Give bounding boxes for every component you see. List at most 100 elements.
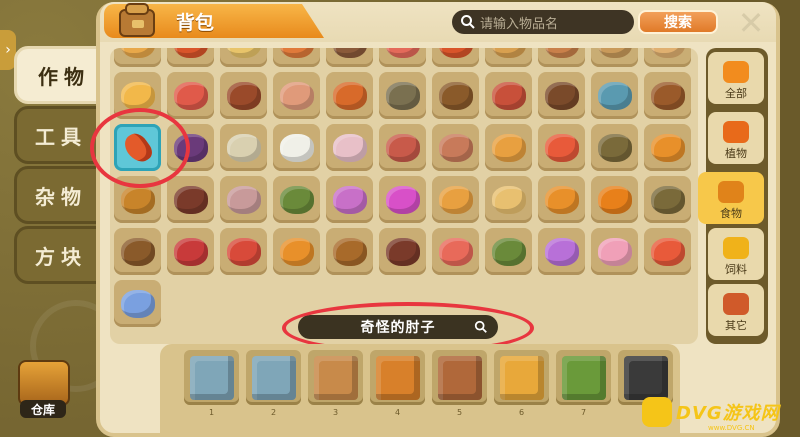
food-item-icon — [120, 237, 155, 266]
food-item-icon — [597, 185, 632, 214]
item-slot[interactable] — [644, 48, 691, 67]
block-icon — [313, 355, 358, 400]
item-slot[interactable] — [326, 176, 373, 223]
item-slot[interactable] — [326, 124, 373, 171]
food-item-icon — [332, 185, 367, 214]
food-item-icon — [332, 81, 367, 110]
item-slot[interactable] — [485, 228, 532, 275]
item-slot[interactable] — [114, 280, 161, 327]
tab-blocks[interactable]: 方块 — [14, 226, 108, 284]
food-item-icon — [650, 48, 685, 58]
food-item-icon — [279, 237, 314, 266]
hotbar-slot[interactable] — [246, 350, 301, 405]
filter-plants[interactable]: 植物 — [708, 112, 764, 164]
item-slot[interactable] — [591, 72, 638, 119]
food-item-icon — [173, 237, 208, 266]
item-slot[interactable] — [538, 72, 585, 119]
item-slot[interactable] — [644, 228, 691, 275]
hotbar-slot[interactable] — [556, 350, 611, 405]
item-slot[interactable] — [591, 124, 638, 171]
item-slot[interactable] — [379, 72, 426, 119]
food-item-icon — [226, 185, 261, 214]
item-slot[interactable] — [538, 48, 585, 67]
item-slot[interactable] — [538, 176, 585, 223]
food-item-icon — [597, 48, 632, 58]
item-slot[interactable] — [644, 72, 691, 119]
food-item-icon — [226, 133, 261, 162]
filter-other[interactable]: 其它 — [708, 284, 764, 336]
food-item-icon — [544, 133, 579, 162]
warehouse-label[interactable]: 仓库 — [20, 400, 66, 418]
food-item-icon — [491, 237, 526, 266]
food-item-icon — [332, 237, 367, 266]
item-slot[interactable] — [220, 72, 267, 119]
gamepad-logo-icon — [642, 397, 672, 427]
food-item-icon — [438, 185, 473, 214]
item-slot[interactable] — [167, 176, 214, 223]
hotbar-slot-number: 2 — [270, 408, 277, 417]
item-slot[interactable] — [220, 228, 267, 275]
feed-pile-icon — [723, 237, 749, 259]
item-slot[interactable] — [538, 228, 585, 275]
item-slot[interactable] — [273, 72, 320, 119]
item-slot[interactable] — [114, 48, 161, 67]
item-slot[interactable] — [485, 176, 532, 223]
item-slot[interactable] — [538, 124, 585, 171]
item-slot[interactable] — [220, 176, 267, 223]
food-item-icon — [597, 81, 632, 110]
search-button[interactable]: 搜索 — [638, 10, 718, 34]
item-slot[interactable] — [591, 48, 638, 67]
item-slot[interactable] — [326, 72, 373, 119]
food-item-icon — [173, 48, 208, 58]
item-slot[interactable] — [273, 124, 320, 171]
item-slot[interactable] — [485, 124, 532, 171]
item-slot[interactable] — [644, 124, 691, 171]
item-slot[interactable] — [273, 228, 320, 275]
item-slot[interactable] — [379, 176, 426, 223]
item-slot[interactable] — [379, 124, 426, 171]
item-slot[interactable] — [326, 228, 373, 275]
item-slot[interactable] — [167, 48, 214, 67]
block-icon — [189, 355, 234, 400]
item-slot[interactable] — [591, 176, 638, 223]
food-item-icon — [650, 81, 685, 110]
food-item-icon — [438, 237, 473, 266]
food-item-icon — [385, 48, 420, 58]
item-slot[interactable] — [432, 48, 479, 67]
item-slot[interactable] — [379, 48, 426, 67]
filter-label: 全部 — [725, 87, 747, 100]
hotbar-slot[interactable] — [184, 350, 239, 405]
food-item-icon — [544, 81, 579, 110]
item-slot[interactable] — [167, 72, 214, 119]
hotbar-slot[interactable] — [494, 350, 549, 405]
item-slot[interactable] — [644, 176, 691, 223]
hotbar-slot[interactable] — [370, 350, 425, 405]
item-slot[interactable] — [379, 228, 426, 275]
item-slot[interactable] — [591, 228, 638, 275]
food-item-icon — [120, 81, 155, 110]
food-item-icon — [226, 81, 261, 110]
filter-feed[interactable]: 饲料 — [708, 228, 764, 280]
item-slot[interactable] — [485, 48, 532, 67]
item-slot[interactable] — [167, 228, 214, 275]
item-slot[interactable] — [432, 176, 479, 223]
item-slot[interactable] — [485, 72, 532, 119]
food-item-icon — [279, 185, 314, 214]
item-slot[interactable] — [326, 48, 373, 67]
hotbar-slot[interactable] — [308, 350, 363, 405]
item-slot[interactable] — [432, 124, 479, 171]
search-input[interactable]: 请输入物品名 — [452, 10, 634, 34]
filter-food[interactable]: 食物 — [698, 172, 764, 224]
item-slot[interactable] — [432, 72, 479, 119]
close-icon[interactable]: ✕ — [734, 4, 768, 42]
item-slot[interactable] — [432, 228, 479, 275]
item-slot[interactable] — [273, 176, 320, 223]
item-slot[interactable] — [114, 228, 161, 275]
tab-misc[interactable]: 杂物 — [14, 166, 108, 224]
hotbar-slot-number: 1 — [208, 408, 215, 417]
item-slot[interactable] — [220, 48, 267, 67]
hotbar-slot[interactable] — [432, 350, 487, 405]
filter-all[interactable]: 全部 — [708, 52, 764, 104]
item-slot[interactable] — [220, 124, 267, 171]
item-slot[interactable] — [273, 48, 320, 67]
